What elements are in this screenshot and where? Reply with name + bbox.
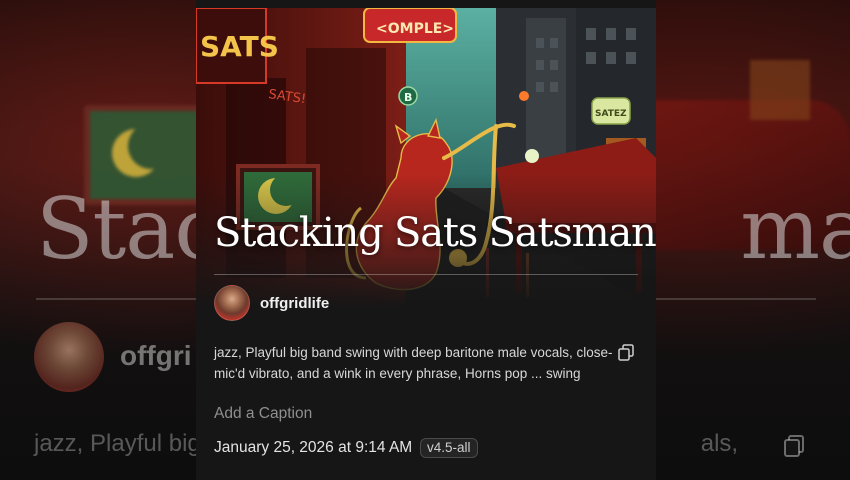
artist-name-link[interactable]: offgridlife — [260, 295, 329, 312]
add-caption-field[interactable]: Add a Caption — [214, 405, 312, 423]
background-copy-icon — [784, 435, 804, 457]
background-username: offgri — [120, 340, 192, 371]
background-title-right: man — [740, 180, 850, 278]
copy-icon[interactable] — [618, 344, 634, 361]
background-avatar — [34, 322, 104, 392]
song-detail-card: SATS SATS! <OMPLE> B SATEZ — [196, 0, 656, 480]
artist-avatar[interactable] — [214, 285, 250, 321]
song-title: Stacking Sats Satsman — [214, 210, 656, 256]
style-description: jazz, Playful big band swing with deep b… — [214, 345, 613, 381]
background-desc-left: jazz, Playful big — [34, 430, 201, 457]
title-divider — [214, 274, 638, 275]
created-date: January 25, 2026 at 9:14 AM — [214, 439, 413, 456]
cover-gradient-overlay — [196, 8, 656, 308]
background-desc-right: als, — [700, 430, 739, 457]
model-version-badge: v4.5-all — [420, 438, 478, 458]
background-window — [750, 60, 810, 120]
